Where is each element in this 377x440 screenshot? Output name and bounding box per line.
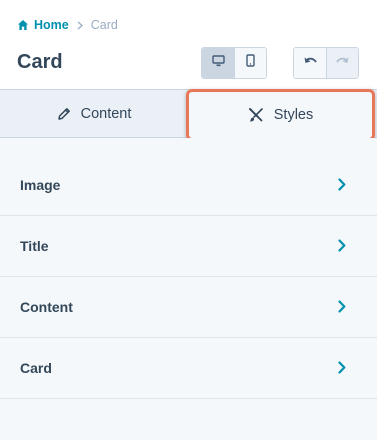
section-label: Image bbox=[20, 177, 61, 193]
tab-styles[interactable]: Styles bbox=[186, 89, 375, 141]
panel-top-spacer bbox=[0, 138, 377, 155]
page-title: Card bbox=[17, 51, 63, 73]
breadcrumb-separator bbox=[77, 21, 83, 30]
section-title[interactable]: Title bbox=[0, 216, 377, 277]
tab-content-label: Content bbox=[80, 106, 132, 122]
device-preview-toggle bbox=[201, 47, 267, 79]
mobile-preview-button[interactable] bbox=[234, 48, 266, 78]
breadcrumb: Home Card bbox=[17, 17, 118, 33]
history-controls bbox=[293, 47, 359, 79]
styles-panel: Image Title Content Card bbox=[0, 138, 377, 440]
home-icon[interactable] bbox=[17, 19, 29, 31]
chevron-right-icon bbox=[338, 300, 348, 314]
section-label: Content bbox=[20, 299, 73, 315]
section-content[interactable]: Content bbox=[0, 277, 377, 338]
breadcrumb-current: Card bbox=[90, 18, 118, 32]
chevron-right-icon bbox=[338, 361, 348, 375]
redo-button[interactable] bbox=[326, 48, 358, 78]
section-label: Card bbox=[20, 360, 52, 376]
editor-header: Home Card Card bbox=[0, 0, 377, 90]
undo-button[interactable] bbox=[294, 48, 326, 78]
brush-icon bbox=[248, 107, 264, 123]
pencil-icon bbox=[57, 107, 71, 121]
undo-icon bbox=[303, 54, 318, 72]
breadcrumb-home-link[interactable]: Home bbox=[34, 18, 69, 32]
chevron-right-icon bbox=[338, 178, 348, 192]
tab-content[interactable]: Content bbox=[0, 90, 188, 138]
section-label: Title bbox=[20, 238, 49, 254]
section-card[interactable]: Card bbox=[0, 338, 377, 399]
desktop-preview-button[interactable] bbox=[202, 48, 234, 78]
redo-icon bbox=[335, 54, 350, 72]
chevron-right-icon bbox=[338, 239, 348, 253]
tab-styles-label: Styles bbox=[273, 107, 314, 123]
section-image[interactable]: Image bbox=[0, 155, 377, 216]
desktop-icon bbox=[211, 54, 225, 72]
mobile-icon bbox=[246, 54, 255, 72]
